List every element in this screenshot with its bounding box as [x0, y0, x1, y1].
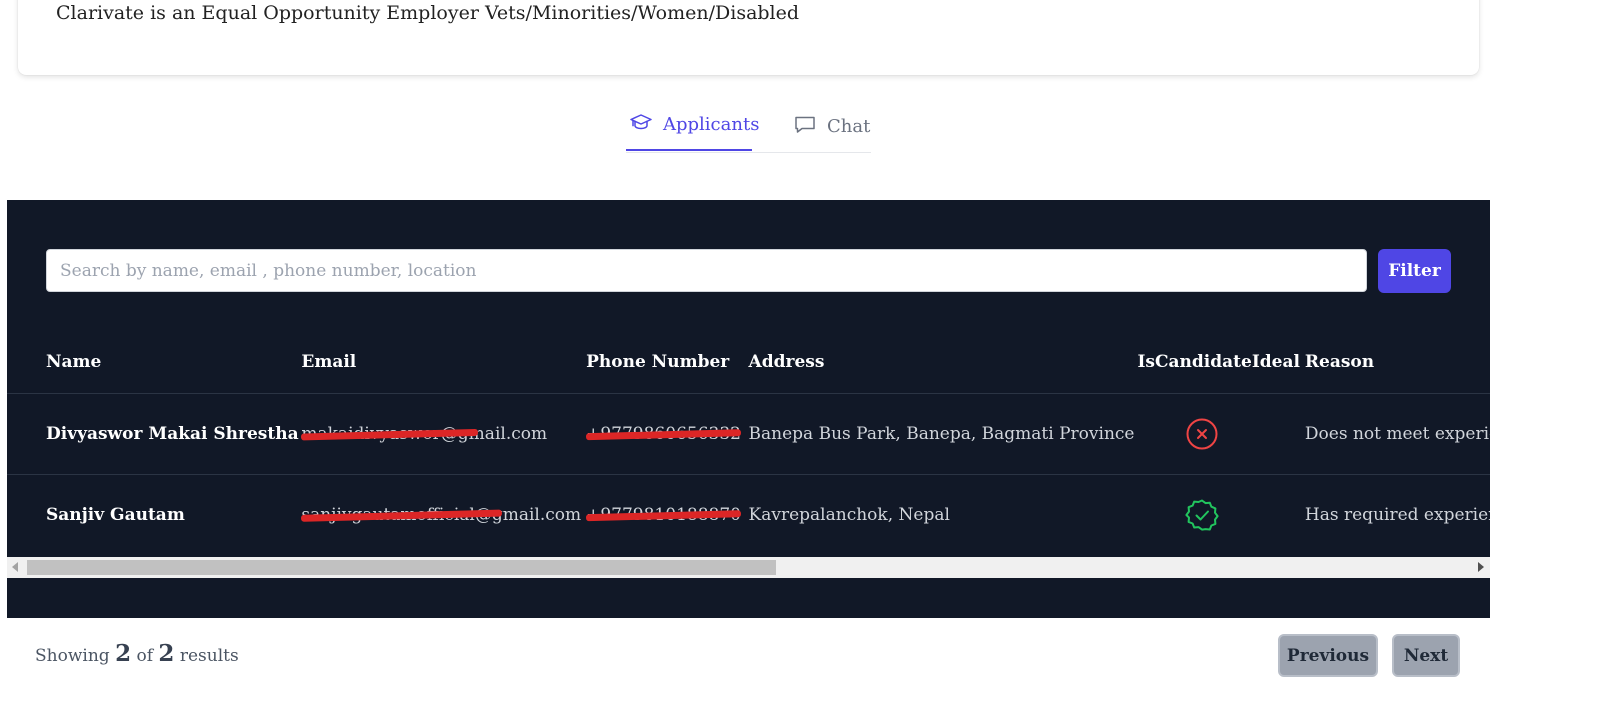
tab-chat-label: Chat — [827, 115, 871, 137]
check-badge-icon — [1137, 498, 1302, 532]
job-description-card: Clarivate is an Equal Opportunity Employ… — [18, 0, 1479, 75]
column-header-is-candidate-ideal: IsCandidateIdeal — [1137, 351, 1300, 372]
tab-chat[interactable]: Chat — [793, 100, 870, 152]
applicants-table-container: Name Email Phone Number Address IsCandid… — [7, 330, 1490, 558]
search-input[interactable] — [46, 249, 1367, 292]
applicant-email: makaidivyaswor@gmail.com — [301, 424, 548, 444]
tab-applicants[interactable]: Applicants — [626, 100, 759, 151]
column-header-reason: Reason — [1304, 351, 1375, 372]
column-header-email: Email — [301, 351, 357, 372]
results-summary: Showing 2 of 2 results — [35, 640, 239, 667]
applicant-name: Sanjiv Gautam — [7, 474, 301, 555]
eeo-statement: Clarivate is an Equal Opportunity Employ… — [56, 2, 800, 24]
next-page-button[interactable]: Next — [1392, 634, 1460, 677]
column-header-address: Address — [748, 351, 825, 372]
graduation-cap-icon — [629, 110, 653, 139]
table-row[interactable]: Sanjiv Gautam sanjivgautamofficial@gmail… — [7, 474, 1490, 555]
results-of-label: of — [136, 646, 154, 666]
filter-button[interactable]: Filter — [1378, 249, 1451, 293]
results-suffix-label: results — [179, 646, 239, 666]
applicant-name: Divyaswor Makai Shrestha — [7, 393, 301, 475]
column-header-name: Name — [46, 351, 102, 372]
scroll-right-arrow-icon[interactable] — [1478, 562, 1484, 572]
applicants-table: Name Email Phone Number Address IsCandid… — [7, 330, 1490, 555]
scroll-left-arrow-icon[interactable] — [12, 562, 18, 572]
applicant-reason: Does not meet experience requirements — [1303, 393, 1490, 475]
table-header-row: Name Email Phone Number Address IsCandid… — [7, 330, 1490, 394]
results-showing-label: Showing — [35, 646, 110, 666]
applicant-email: sanjivgautamofficial@gmail.com — [301, 505, 582, 525]
tab-bar: Applicants Chat — [626, 100, 871, 153]
chat-bubble-icon — [793, 112, 817, 141]
tab-applicants-label: Applicants — [663, 114, 760, 135]
applicant-address: Kavrepalanchok, Nepal — [747, 474, 1137, 555]
applicant-phone: +9779810188870 — [586, 505, 741, 525]
applicant-phone: +9779860656332 — [586, 424, 741, 444]
applicant-address: Banepa Bus Park, Banepa, Bagmati Provinc… — [747, 393, 1137, 475]
column-header-phone: Phone Number — [586, 351, 730, 372]
results-showing-count: 2 — [115, 640, 132, 667]
horizontal-scrollbar[interactable] — [7, 557, 1490, 578]
scrollbar-thumb[interactable] — [27, 560, 776, 575]
previous-page-button[interactable]: Previous — [1278, 634, 1378, 677]
x-circle-icon — [1137, 417, 1302, 451]
applicant-reason: Has required experience and skills — [1303, 474, 1490, 555]
applicants-panel: Filter Name Email Phone Number Address I… — [7, 200, 1490, 618]
results-total-count: 2 — [158, 640, 175, 667]
table-row[interactable]: Divyaswor Makai Shrestha makaidivyaswor@… — [7, 393, 1490, 475]
